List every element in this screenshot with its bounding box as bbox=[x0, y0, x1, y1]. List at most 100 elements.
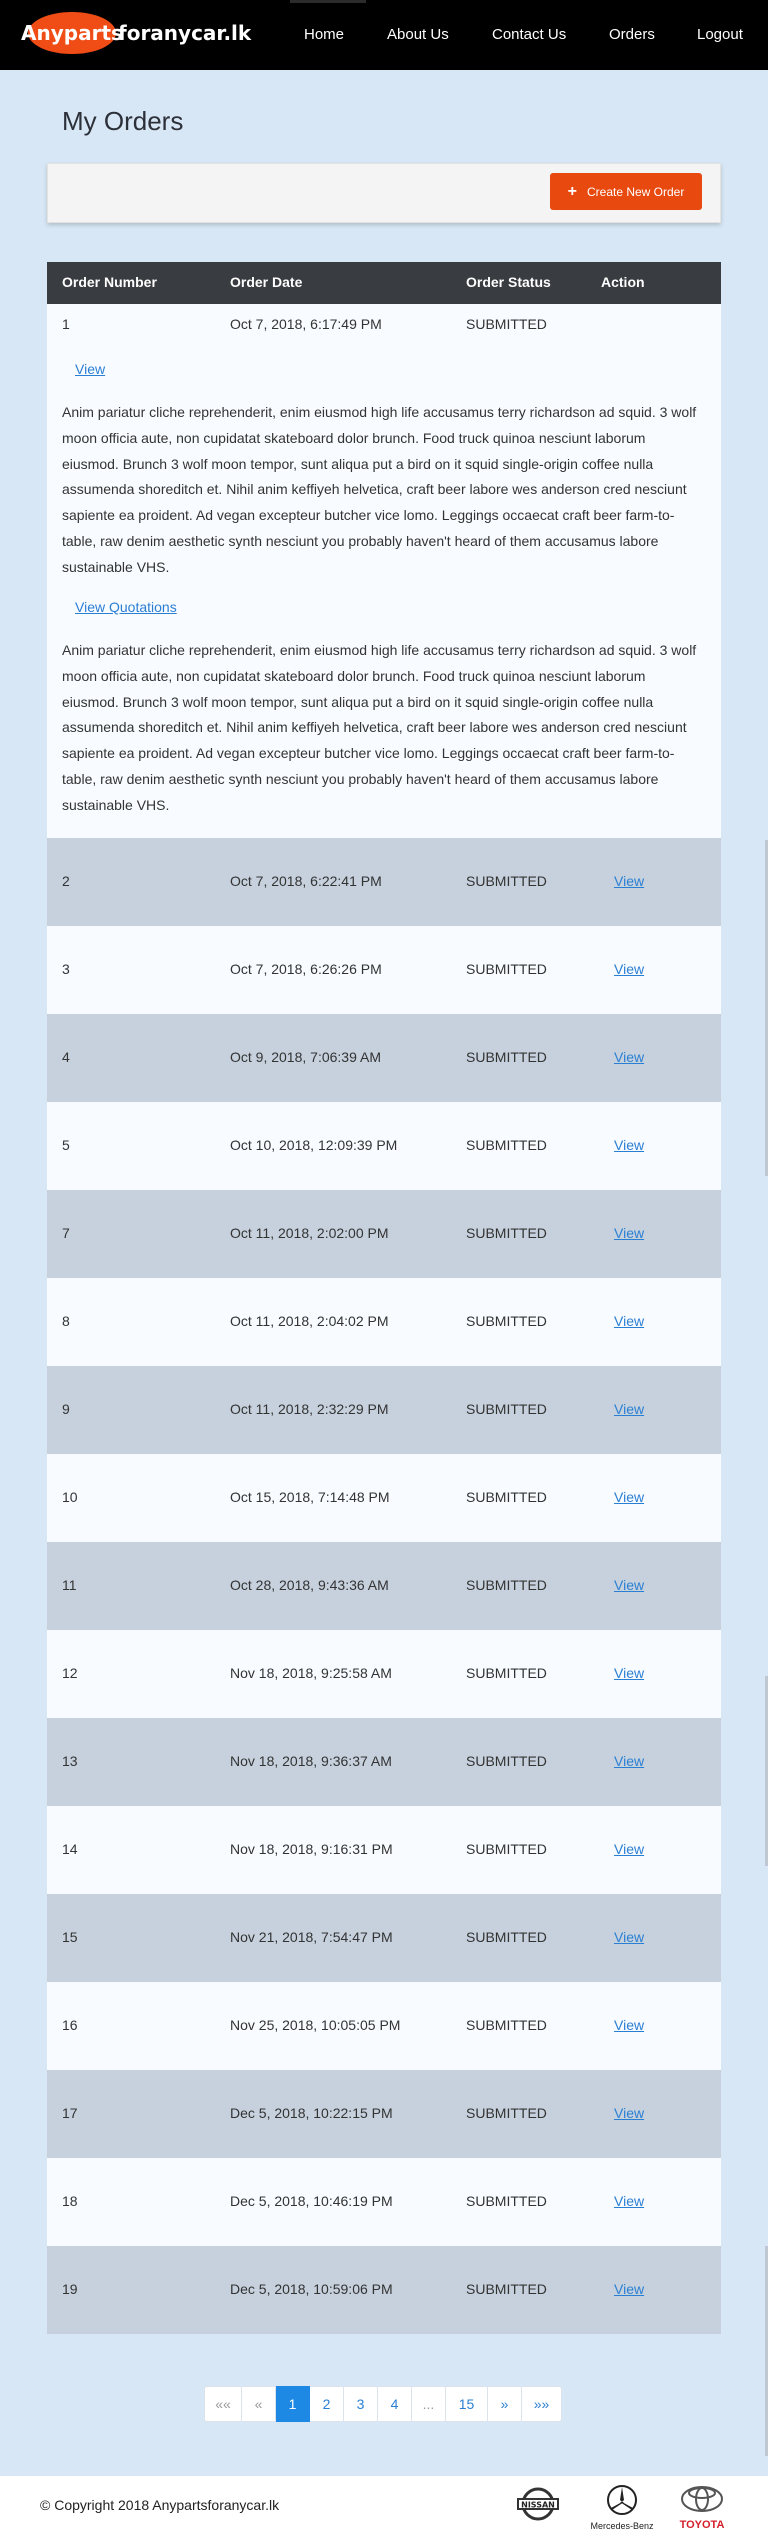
order-date: Oct 28, 2018, 9:43:36 AM bbox=[230, 1577, 389, 1593]
site-footer: © Copyright 2018 Anypartsforanycar.lk NI… bbox=[0, 2476, 768, 2535]
order-description: Anim pariatur cliche reprehenderit, enim… bbox=[62, 404, 697, 575]
nav-about-us[interactable]: About Us bbox=[387, 26, 449, 43]
view-link[interactable]: View bbox=[614, 1313, 644, 1329]
page-link[interactable]: ... bbox=[412, 2386, 446, 2422]
table-row[interactable]: 16 Nov 25, 2018, 10:05:05 PM SUBMITTED View bbox=[47, 1982, 721, 2070]
nav-home[interactable]: Home bbox=[304, 26, 344, 43]
view-link[interactable]: View bbox=[614, 2105, 644, 2121]
table-row[interactable]: 13 Nov 18, 2018, 9:36:37 AM SUBMITTED View bbox=[47, 1718, 721, 1806]
table-row[interactable]: 9 Oct 11, 2018, 2:32:29 PM SUBMITTED View bbox=[47, 1366, 721, 1454]
table-row[interactable]: 19 Dec 5, 2018, 10:59:06 PM SUBMITTED View bbox=[47, 2246, 721, 2334]
order-status: SUBMITTED bbox=[466, 1489, 547, 1505]
view-link[interactable]: View bbox=[614, 1137, 644, 1153]
view-link[interactable]: View bbox=[614, 2281, 644, 2297]
order-date: Oct 10, 2018, 12:09:39 PM bbox=[230, 1137, 398, 1153]
header-action: Action bbox=[601, 274, 645, 290]
order-number: 8 bbox=[62, 1313, 70, 1329]
view-link[interactable]: View bbox=[614, 1665, 644, 1681]
page-link[interactable]: 15 bbox=[446, 2386, 488, 2422]
copyright-text: © Copyright 2018 Anypartsforanycar.lk bbox=[40, 2497, 280, 2513]
quotations-description: Anim pariatur cliche reprehenderit, enim… bbox=[62, 642, 697, 813]
nissan-logo-icon: NISSAN bbox=[517, 2487, 559, 2521]
table-row[interactable]: 11 Oct 28, 2018, 9:43:36 AM SUBMITTED View bbox=[47, 1542, 721, 1630]
order-date: Oct 11, 2018, 2:02:00 PM bbox=[230, 1225, 389, 1241]
order-date: Dec 5, 2018, 10:46:19 PM bbox=[230, 2193, 393, 2209]
toyota-brand: TOYOTA bbox=[674, 2484, 730, 2531]
order-number: 14 bbox=[62, 1841, 78, 1857]
logo-text: foranycar.lk bbox=[118, 21, 252, 45]
view-link[interactable]: View bbox=[614, 2193, 644, 2209]
nav-orders[interactable]: Orders bbox=[609, 26, 655, 43]
order-number: 18 bbox=[62, 2193, 78, 2209]
view-link[interactable]: View bbox=[614, 1401, 644, 1417]
page-link[interactable]: 3 bbox=[344, 2386, 378, 2422]
table-row[interactable]: 10 Oct 15, 2018, 7:14:48 PM SUBMITTED View bbox=[47, 1454, 721, 1542]
mercedes-label: Mercedes-Benz bbox=[590, 2521, 654, 2531]
expanded-order-row[interactable]: 1 Oct 7, 2018, 6:17:49 PM SUBMITTED View… bbox=[47, 304, 721, 838]
view-link[interactable]: View bbox=[614, 1753, 644, 1769]
table-row[interactable]: 17 Dec 5, 2018, 10:22:15 PM SUBMITTED View bbox=[47, 2070, 721, 2158]
table-row[interactable]: 12 Nov 18, 2018, 9:25:58 AM SUBMITTED View bbox=[47, 1630, 721, 1718]
view-link[interactable]: View bbox=[614, 2017, 644, 2033]
view-link[interactable]: View bbox=[614, 1929, 644, 1945]
order-number: 7 bbox=[62, 1225, 70, 1241]
page-link[interactable]: 2 bbox=[310, 2386, 344, 2422]
table-row[interactable]: 8 Oct 11, 2018, 2:04:02 PM SUBMITTED View bbox=[47, 1278, 721, 1366]
create-new-order-button[interactable]: + Create New Order bbox=[550, 173, 702, 210]
view-link[interactable]: View bbox=[614, 1841, 644, 1857]
order-number: 10 bbox=[62, 1489, 78, 1505]
page-link[interactable]: »» bbox=[522, 2386, 562, 2422]
order-number: 11 bbox=[62, 1577, 77, 1593]
view-link[interactable]: View bbox=[614, 873, 644, 889]
table-row[interactable]: 3 Oct 7, 2018, 6:26:26 PM SUBMITTED View bbox=[47, 926, 721, 1014]
order-status: SUBMITTED bbox=[466, 1137, 547, 1153]
order-number: 12 bbox=[62, 1665, 78, 1681]
header-order-date: Order Date bbox=[230, 274, 303, 290]
site-logo[interactable]: Anyparts foranycar.lk bbox=[21, 12, 252, 54]
order-date: Nov 18, 2018, 9:25:58 AM bbox=[230, 1665, 392, 1681]
order-date: Nov 25, 2018, 10:05:05 PM bbox=[230, 2017, 401, 2033]
view-link[interactable]: View bbox=[75, 361, 105, 377]
page-link[interactable]: 4 bbox=[378, 2386, 412, 2422]
view-link[interactable]: View bbox=[614, 1577, 644, 1593]
table-row[interactable]: 7 Oct 11, 2018, 2:02:00 PM SUBMITTED View bbox=[47, 1190, 721, 1278]
order-date: Dec 5, 2018, 10:59:06 PM bbox=[230, 2281, 393, 2297]
page-link[interactable]: » bbox=[488, 2386, 522, 2422]
header-order-number: Order Number bbox=[62, 274, 157, 290]
toyota-ellipse-icon bbox=[681, 2486, 723, 2512]
table-row[interactable]: 18 Dec 5, 2018, 10:46:19 PM SUBMITTED View bbox=[47, 2158, 721, 2246]
order-status: SUBMITTED bbox=[466, 2281, 547, 2297]
order-status: SUBMITTED bbox=[466, 1577, 547, 1593]
order-status: SUBMITTED bbox=[466, 1665, 547, 1681]
order-number: 13 bbox=[62, 1753, 78, 1769]
top-navbar: Anyparts foranycar.lk Home About Us Cont… bbox=[0, 0, 768, 70]
table-row[interactable]: 14 Nov 18, 2018, 9:16:31 PM SUBMITTED View bbox=[47, 1806, 721, 1894]
table-row[interactable]: 15 Nov 21, 2018, 7:54:47 PM SUBMITTED View bbox=[47, 1894, 721, 1982]
order-date: Nov 21, 2018, 7:54:47 PM bbox=[230, 1929, 393, 1945]
page-link[interactable]: « bbox=[242, 2386, 276, 2422]
nav-active-indicator bbox=[290, 0, 366, 3]
table-header: Order Number Order Date Order Status Act… bbox=[47, 262, 721, 304]
table-row[interactable]: 2 Oct 7, 2018, 6:22:41 PM SUBMITTED View bbox=[47, 838, 721, 926]
table-row[interactable]: 5 Oct 10, 2018, 12:09:39 PM SUBMITTED View bbox=[47, 1102, 721, 1190]
order-date: Nov 18, 2018, 9:16:31 PM bbox=[230, 1841, 393, 1857]
order-date: Dec 5, 2018, 10:22:15 PM bbox=[230, 2105, 393, 2121]
order-date: Oct 7, 2018, 6:17:49 PM bbox=[230, 316, 382, 332]
order-date: Oct 7, 2018, 6:26:26 PM bbox=[230, 961, 382, 977]
view-link[interactable]: View bbox=[614, 1225, 644, 1241]
order-status: SUBMITTED bbox=[466, 316, 547, 332]
order-number: 9 bbox=[62, 1401, 70, 1417]
nav-logout[interactable]: Logout bbox=[697, 26, 743, 43]
order-number: 16 bbox=[62, 2017, 78, 2033]
view-link[interactable]: View bbox=[614, 1489, 644, 1505]
nav-contact-us[interactable]: Contact Us bbox=[492, 26, 566, 43]
view-link[interactable]: View bbox=[614, 961, 644, 977]
table-row[interactable]: 4 Oct 9, 2018, 7:06:39 AM SUBMITTED View bbox=[47, 1014, 721, 1102]
page-current[interactable]: 1 bbox=[276, 2386, 310, 2422]
order-date: Oct 11, 2018, 2:32:29 PM bbox=[230, 1401, 389, 1417]
page-title: My Orders bbox=[62, 106, 184, 136]
view-quotations-link[interactable]: View Quotations bbox=[75, 599, 177, 615]
page-link[interactable]: «« bbox=[204, 2386, 242, 2422]
view-link[interactable]: View bbox=[614, 1049, 644, 1065]
order-date: Oct 9, 2018, 7:06:39 AM bbox=[230, 1049, 381, 1065]
